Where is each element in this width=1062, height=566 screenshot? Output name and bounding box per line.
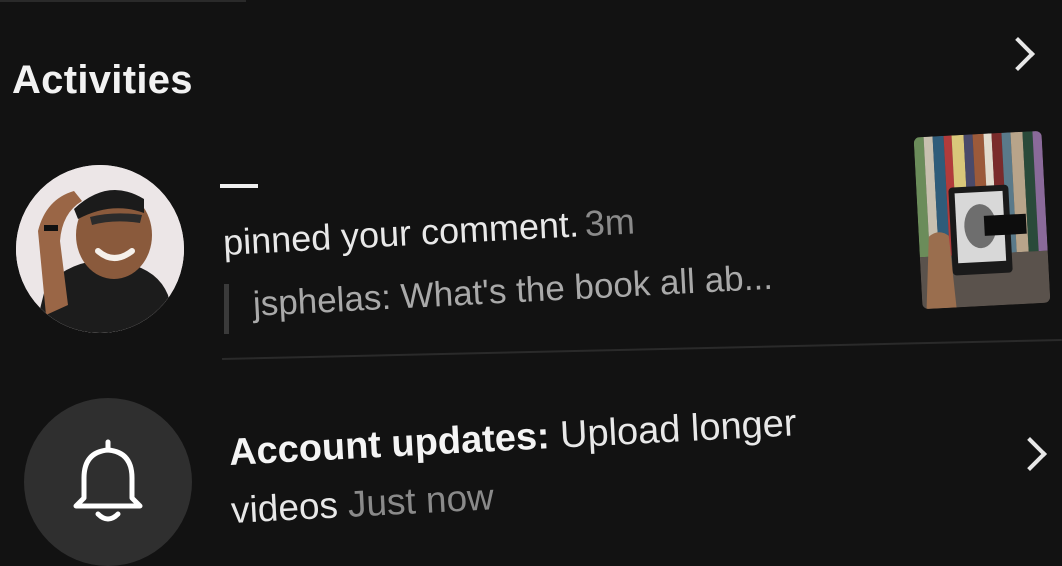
activity-text: pinned your comment. 3m (222, 200, 636, 264)
activity-action: pinned your comment. (222, 203, 580, 263)
row-divider (222, 338, 1062, 360)
thumbnail-image (913, 130, 1051, 310)
update-chevron-icon[interactable] (1013, 437, 1047, 471)
update-label: Account updates: (228, 415, 551, 474)
activities-chevron-icon[interactable] (1001, 37, 1035, 71)
video-thumbnail[interactable] (913, 130, 1051, 310)
activities-title: Activities (12, 58, 193, 102)
comment-preview: jsphelas: What's the book all ab... (252, 257, 774, 324)
update-line-2: videos Just now (230, 476, 495, 532)
quote-bar (224, 284, 229, 334)
update-text-part2: videos (230, 484, 339, 531)
top-divider (0, 0, 246, 2)
avatar-photo (16, 165, 184, 333)
bell-icon (73, 439, 143, 522)
update-line-1: Account updates: Upload longer (228, 402, 798, 475)
avatar[interactable] (16, 165, 184, 333)
username[interactable] (220, 184, 258, 188)
activity-time: 3m (583, 200, 636, 244)
update-text-part1: Upload longer (559, 402, 798, 457)
update-time: Just now (346, 476, 495, 525)
